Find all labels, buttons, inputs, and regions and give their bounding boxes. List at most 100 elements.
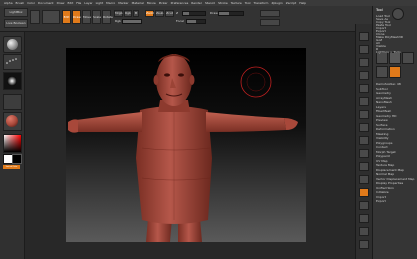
bpr-icon[interactable] (359, 32, 369, 41)
tool-icon-3[interactable] (402, 52, 414, 64)
tray-item[interactable]: Contact (376, 145, 388, 149)
tray-item[interactable]: Geometry (376, 91, 391, 95)
menu-item[interactable]: Color (27, 1, 35, 5)
alpha-picker-button[interactable] (3, 72, 22, 90)
viewport[interactable] (66, 48, 306, 242)
tool-icon-4[interactable] (376, 66, 388, 78)
tray-item[interactable]: Initialize (376, 190, 389, 194)
tray-item[interactable]: Normal Map (376, 172, 394, 176)
draw-button[interactable]: Draw (72, 10, 81, 24)
menu-item[interactable]: Stroke (218, 1, 228, 5)
tool-icon-5[interactable] (389, 66, 401, 78)
tray-item[interactable]: Morph Target (376, 150, 396, 154)
tray-item[interactable]: FiberMesh (376, 109, 391, 113)
gear-icon[interactable] (392, 8, 404, 20)
move-icon[interactable] (359, 175, 369, 184)
draw-size-slider[interactable] (218, 11, 244, 16)
move-button[interactable]: Move (82, 10, 91, 24)
frame-icon[interactable] (359, 162, 369, 171)
tray-item[interactable]: SubTool (376, 87, 388, 91)
red-clay-character-t-pose[interactable] (66, 48, 306, 242)
zsub-button[interactable]: Zsub (155, 10, 164, 17)
scale-button[interactable]: Scale (92, 10, 101, 24)
tray-item[interactable]: Displacement Map (376, 168, 404, 172)
polyf-icon[interactable] (359, 214, 369, 223)
z-intensity-slider[interactable] (182, 11, 206, 16)
material-picker-button[interactable] (3, 112, 22, 131)
xyz-icon[interactable] (359, 149, 369, 158)
tray-item[interactable]: Import (376, 195, 386, 199)
tray-item[interactable]: DemoSoldier. 48 (376, 82, 401, 86)
actual-icon[interactable] (359, 84, 369, 93)
menu-item[interactable]: Marker (118, 1, 128, 5)
menu-item[interactable]: Light (96, 1, 104, 5)
tray-item[interactable]: Lightbox > Tools (376, 50, 401, 54)
focal-shift-slider[interactable] (186, 19, 206, 24)
switch-color-button[interactable]: SwitchColor (3, 165, 20, 169)
menu-item[interactable]: Document (38, 1, 54, 5)
secondary-color-swatch[interactable] (12, 154, 22, 164)
menu-item[interactable]: Zscript (286, 1, 296, 5)
zcut-button[interactable]: Zcut (165, 10, 174, 17)
aahalf-icon[interactable] (359, 97, 369, 106)
tray-item[interactable]: ArrayMesh (376, 96, 392, 100)
tray-item[interactable]: Deformation (376, 127, 395, 131)
tray-item[interactable]: Preview (376, 118, 388, 122)
menu-item[interactable]: Tool (245, 1, 251, 5)
menu-item[interactable]: Layer (84, 1, 92, 5)
m-button[interactable]: M (133, 10, 139, 17)
menu-item[interactable]: Texture (231, 1, 242, 5)
tray-item[interactable]: Vector Displacement Map (376, 177, 414, 181)
mrgb-button[interactable]: Mrgb (114, 10, 123, 17)
color-picker-icon[interactable] (3, 134, 22, 153)
solo-icon[interactable] (359, 240, 369, 249)
tray-item[interactable]: Display Properties (376, 181, 403, 185)
menu-item[interactable]: Help (299, 1, 306, 5)
texture-picker-button[interactable] (3, 94, 22, 110)
floor-icon[interactable] (359, 123, 369, 132)
rgb-intensity-slider[interactable] (122, 19, 142, 24)
local-icon[interactable] (359, 136, 369, 145)
menu-item[interactable]: Edit (67, 1, 73, 5)
transp-icon[interactable] (359, 227, 369, 236)
zoom-icon[interactable] (359, 71, 369, 80)
tray-item[interactable]: UV Map (376, 159, 388, 163)
menu-item[interactable]: Material (132, 1, 144, 5)
menu-item[interactable]: File (76, 1, 81, 5)
menu-item[interactable]: Zplugin (271, 1, 282, 5)
tray-item[interactable]: Visibility (376, 136, 389, 140)
menu-item[interactable]: Picker (159, 1, 168, 5)
edit-button[interactable]: Edit (62, 10, 71, 24)
tray-item[interactable]: Layers (376, 105, 386, 109)
spix-icon[interactable] (359, 45, 369, 54)
stroke-picker-button[interactable] (3, 54, 22, 70)
menu-item[interactable]: Stencil (205, 1, 215, 5)
persp-icon[interactable] (359, 110, 369, 119)
zadd-button[interactable]: Zadd (145, 10, 154, 17)
rotate-icon[interactable] (359, 201, 369, 210)
menu-item[interactable]: Alpha (4, 1, 13, 5)
tray-item[interactable]: Polypaint (376, 154, 390, 158)
tray-item[interactable]: Masking (376, 132, 388, 136)
menu-item[interactable]: Macro (106, 1, 115, 5)
tray-item[interactable]: Texture Map (376, 163, 394, 167)
rotate-button[interactable]: Rotate (102, 10, 113, 24)
live-boolean-button[interactable]: Live Boolean (4, 19, 28, 28)
tray-item[interactable]: Geometry HD (376, 114, 396, 118)
scale-icon[interactable] (359, 188, 369, 197)
menu-item[interactable]: Preferences (171, 1, 189, 5)
tray-item[interactable]: Polygroups (376, 141, 392, 145)
tray-item[interactable]: Unified Skin (376, 186, 394, 190)
menu-item[interactable]: Draw (57, 1, 65, 5)
lightbox-button[interactable]: LightBox (4, 8, 28, 17)
scroll-icon[interactable] (359, 58, 369, 67)
dynamic-button[interactable] (260, 10, 280, 17)
menu-item[interactable]: Render (191, 1, 202, 5)
menu-item[interactable]: Brush (16, 1, 25, 5)
tray-item[interactable]: NanoMesh (376, 100, 392, 104)
brush-picker-button[interactable] (3, 36, 22, 53)
rgb-button[interactable]: Rgb (124, 10, 132, 17)
quick-sketch-button[interactable] (30, 10, 40, 24)
active-points-button[interactable] (260, 19, 280, 26)
tray-item[interactable]: Surface (376, 123, 387, 127)
